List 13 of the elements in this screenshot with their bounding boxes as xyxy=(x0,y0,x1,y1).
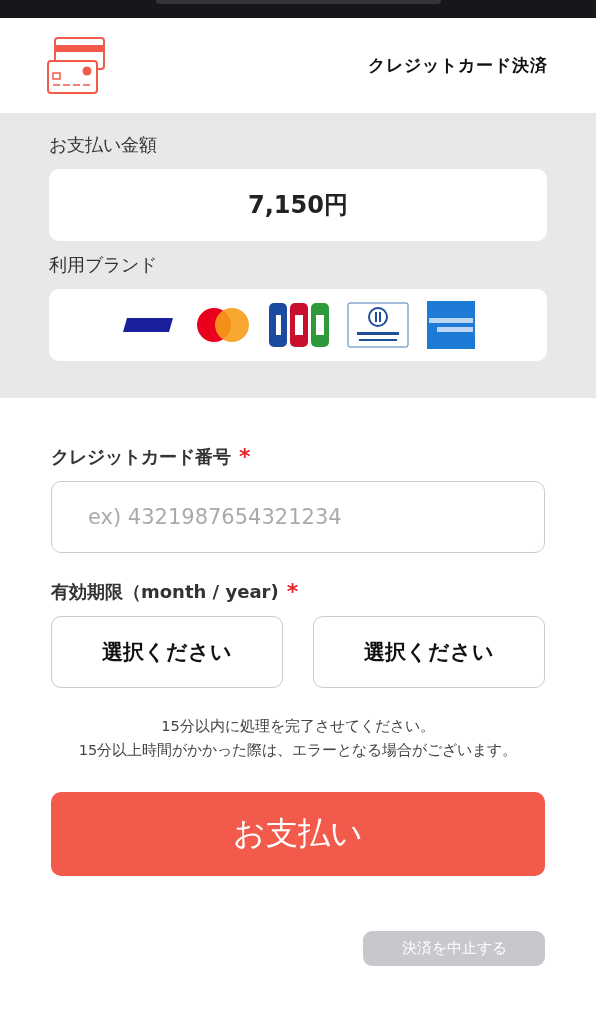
brands-label: 利用ブランド xyxy=(49,253,158,277)
expiry-select[interactable]: 選択ください xyxy=(51,616,283,688)
required-mark: * xyxy=(286,579,299,604)
notice-text: 15分以上時間がかかった際は、エラーとなる場合がございます。 xyxy=(77,741,519,760)
expiry-select[interactable]: 選択ください xyxy=(313,616,545,688)
required-mark: * xyxy=(239,444,251,469)
page-title: クレジットカード決済 xyxy=(368,54,548,77)
card-number-field[interactable]: ex) 4321987654321234 xyxy=(51,481,545,553)
amount-value: 7,150円 xyxy=(248,190,348,221)
card-number-label: クレジットカード番号 xyxy=(51,444,231,469)
amount-label: お支払い金額 xyxy=(49,133,158,157)
notice-text: 15分以内に処理を完了させてください。 xyxy=(160,717,436,736)
expiry-label: 有効期限（month / year) xyxy=(51,579,279,604)
